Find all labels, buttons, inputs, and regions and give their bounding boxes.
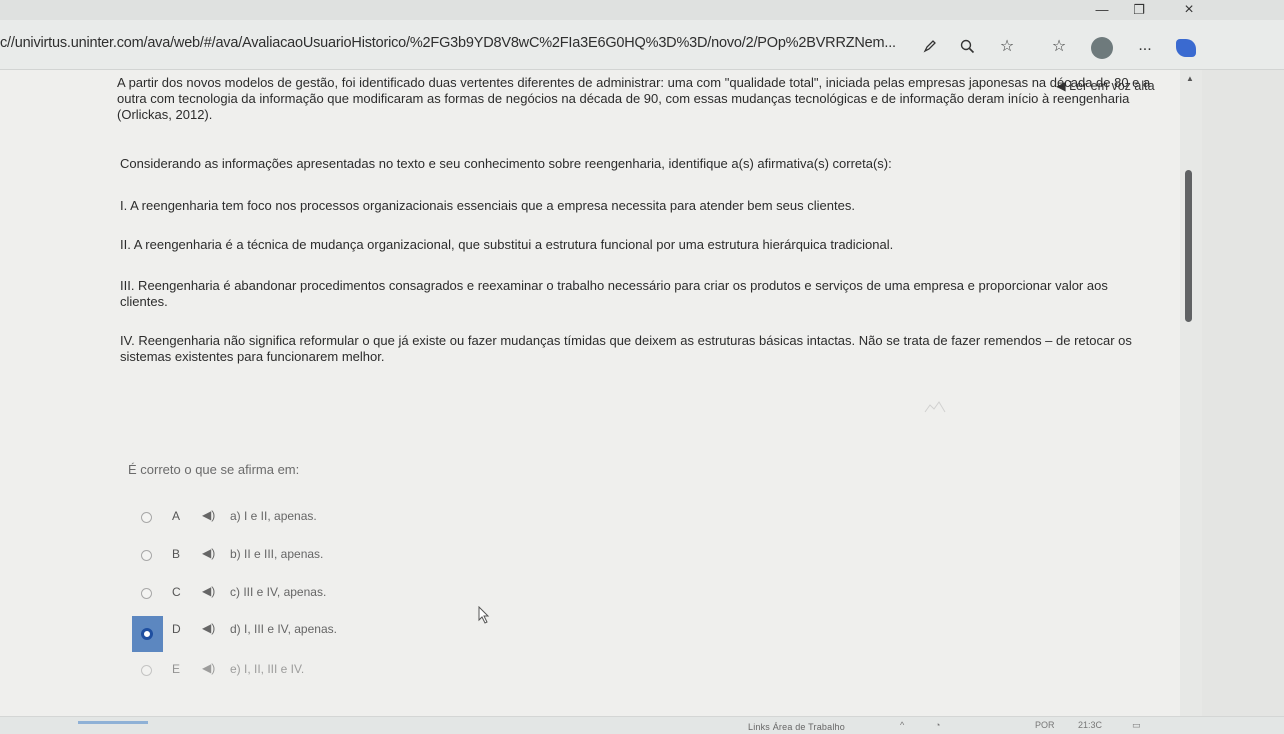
taskbar-app-indicator[interactable] xyxy=(78,721,148,724)
mouse-cursor-icon xyxy=(478,606,490,624)
radio-button[interactable] xyxy=(141,588,152,599)
option-letter: B xyxy=(172,547,181,561)
option-text: e) I, II, III e IV. xyxy=(230,662,305,676)
close-icon[interactable]: × xyxy=(1180,2,1198,18)
speaker-icon[interactable]: ◀) xyxy=(202,661,215,675)
question-prompt: Considerando as informações apresentadas… xyxy=(120,156,892,171)
profile-avatar[interactable] xyxy=(1091,37,1113,59)
option-a[interactable]: A ◀) a) I e II, apenas. xyxy=(132,503,552,537)
question-intro: A partir dos novos modelos de gestão, fo… xyxy=(117,75,1151,122)
extension-icon[interactable] xyxy=(1176,39,1196,57)
option-e[interactable]: E ◀) e) I, II, III e IV. xyxy=(132,656,552,690)
tray-network-icon[interactable]: ◔ xyxy=(935,720,940,730)
favorite-star-icon[interactable]: ☆ xyxy=(995,34,1019,58)
pen-icon[interactable] xyxy=(918,34,942,58)
more-icon[interactable]: ... xyxy=(1133,34,1157,58)
option-letter: D xyxy=(172,622,181,636)
browser-toolbar: c//univirtus.uninter.com/ava/web/#/ava/A… xyxy=(0,20,1284,70)
radio-button[interactable] xyxy=(141,665,152,676)
taskbar-links[interactable]: Links Área de Trabalho xyxy=(748,722,845,732)
option-letter: A xyxy=(172,509,181,523)
window-title-bar: — ❐ × xyxy=(0,0,1284,20)
scroll-up-icon[interactable]: ▲ xyxy=(1186,74,1194,83)
radio-button[interactable] xyxy=(141,512,152,523)
minimize-icon[interactable]: — xyxy=(1093,2,1111,18)
statement-2: II. A reengenharia é a técnica de mudanç… xyxy=(120,237,894,252)
statement-1: I. A reengenharia tem foco nos processos… xyxy=(120,198,855,213)
vertical-scrollbar[interactable]: ▲ xyxy=(1180,70,1202,720)
speaker-icon[interactable]: ◀) xyxy=(202,621,215,635)
tray-clock[interactable]: 21:3C xyxy=(1078,720,1102,730)
speaker-icon[interactable]: ◀) xyxy=(202,508,215,522)
radio-button-selected[interactable] xyxy=(141,628,153,640)
side-margin xyxy=(1202,70,1284,720)
statement-3: III. Reengenharia é abandonar procedimen… xyxy=(120,278,1108,309)
scroll-thumb[interactable] xyxy=(1185,170,1192,322)
option-text: d) I, III e IV, apenas. xyxy=(230,622,337,636)
speaker-icon[interactable]: ◀) xyxy=(202,584,215,598)
favorites-list-icon[interactable]: ☆ xyxy=(1047,34,1071,58)
statement-4: IV. Reengenharia não significa reformula… xyxy=(120,333,1132,364)
option-b[interactable]: B ◀) b) II e III, apenas. xyxy=(132,541,552,575)
option-letter: E xyxy=(172,662,181,676)
address-bar-url[interactable]: c//univirtus.uninter.com/ava/web/#/ava/A… xyxy=(0,35,905,57)
question-panel: ◀ Ler em voz alta A partir dos novos mod… xyxy=(0,70,1180,720)
tray-language[interactable]: POR xyxy=(1035,720,1055,730)
taskbar: Links Área de Trabalho ^ ◔ POR 21:3C ▭ xyxy=(0,716,1284,734)
option-letter: C xyxy=(172,585,181,599)
radio-button[interactable] xyxy=(141,550,152,561)
option-text: a) I e II, apenas. xyxy=(230,509,317,523)
watermark-icon xyxy=(924,401,946,413)
option-text: c) III e IV, apenas. xyxy=(230,585,327,599)
tray-arrow-icon[interactable]: ^ xyxy=(900,720,904,730)
answer-lead: É correto o que se afirma em: xyxy=(128,462,300,477)
speaker-icon[interactable]: ◀) xyxy=(202,546,215,560)
restore-icon[interactable]: ❐ xyxy=(1130,2,1148,18)
zoom-icon[interactable] xyxy=(955,34,979,58)
option-text: b) II e III, apenas. xyxy=(230,547,324,561)
notifications-icon[interactable]: ▭ xyxy=(1132,720,1141,731)
